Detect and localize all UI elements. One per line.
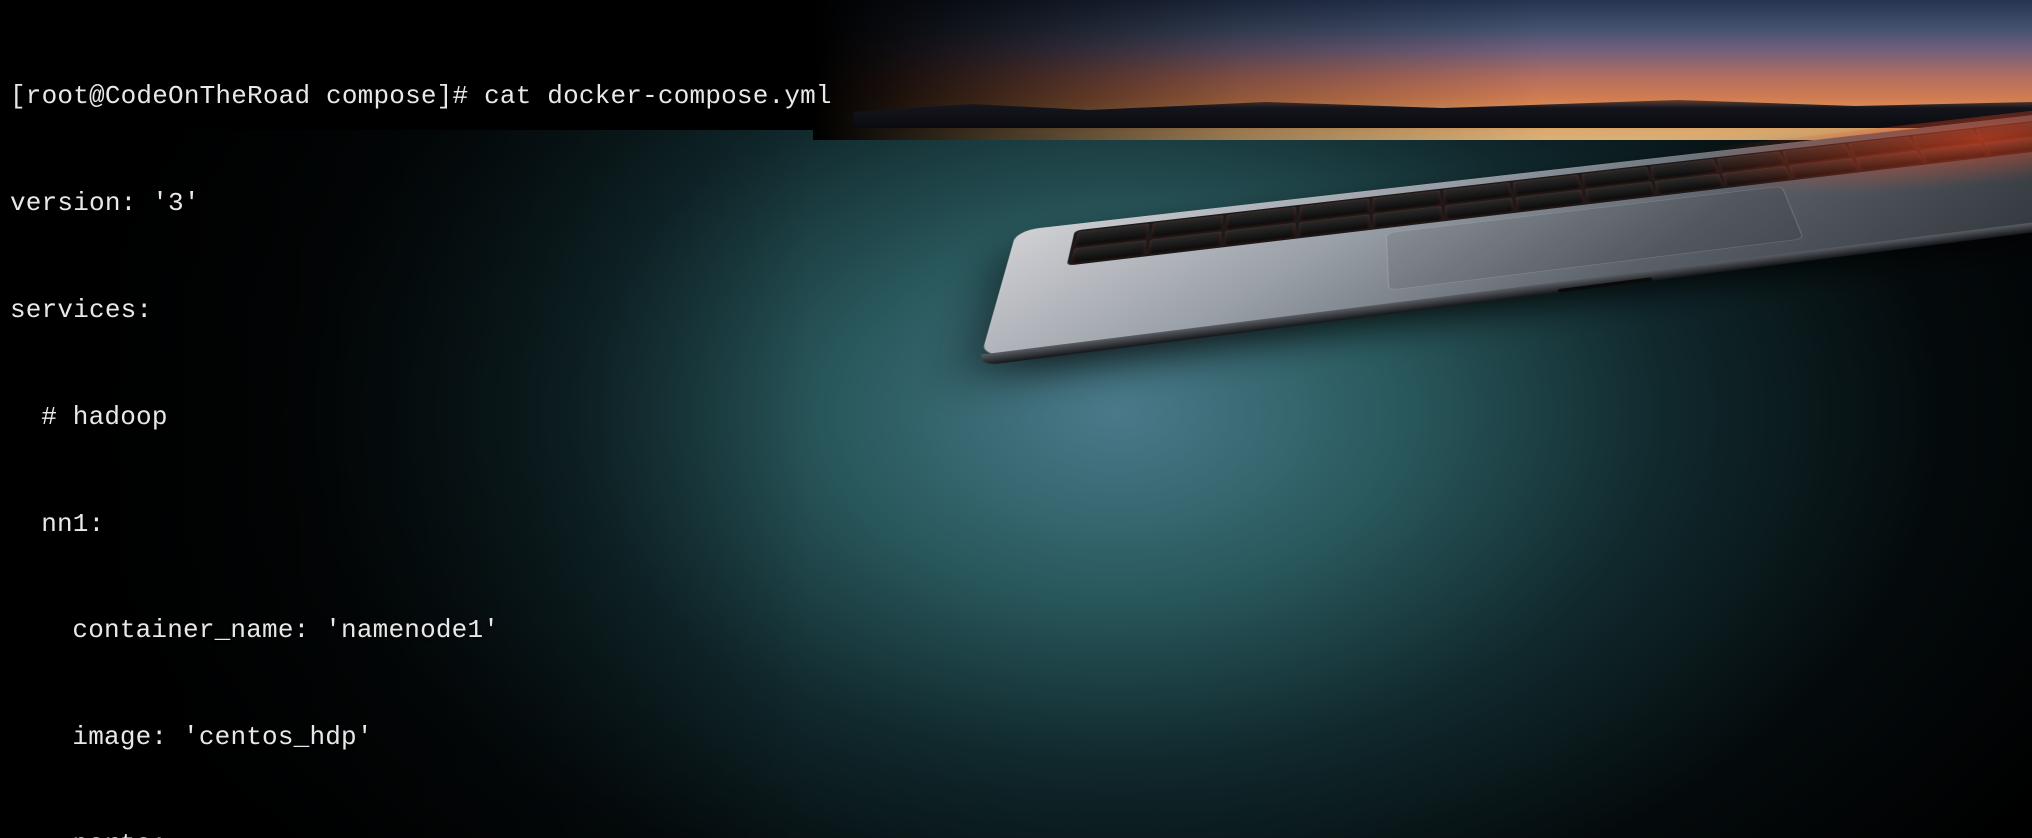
yaml-comment: # hadoop [10,400,2022,436]
yaml-line: services: [10,293,2022,329]
command-line: [root@CodeOnTheRoad compose]# cat docker… [10,79,2022,115]
yaml-line: version: '3' [10,186,2022,222]
shell-command: cat docker-compose.yml [484,81,832,111]
yaml-service: nn1: [10,507,2022,543]
yaml-line: container_name: 'namenode1' [10,613,2022,649]
terminal-output[interactable]: [root@CodeOnTheRoad compose]# cat docker… [0,0,2032,838]
shell-prompt: [root@CodeOnTheRoad compose]# [10,81,484,111]
yaml-key: ports: [10,827,2022,838]
yaml-line: image: 'centos_hdp' [10,720,2022,756]
